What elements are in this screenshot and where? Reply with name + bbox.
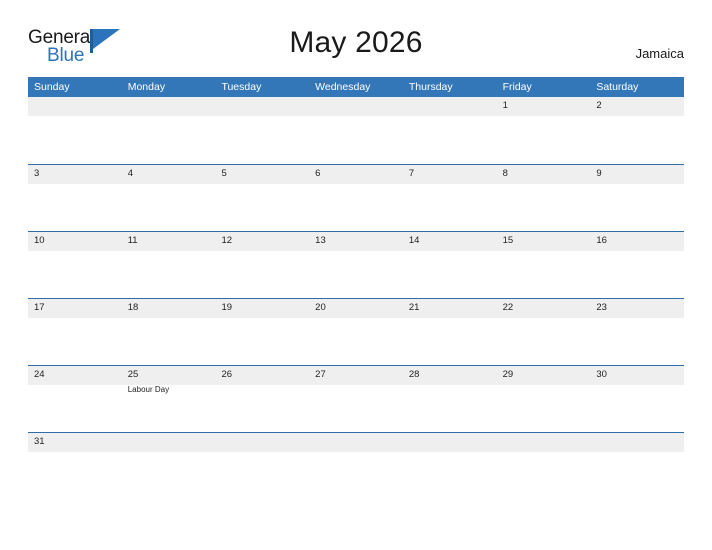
day-number: 7 xyxy=(408,168,415,179)
day-number: 24 xyxy=(34,369,45,380)
calendar-day-cell[interactable]: 10 xyxy=(28,232,122,298)
calendar-day-cell[interactable]: 3 xyxy=(28,165,122,231)
calendar-day-cell[interactable]: 9 xyxy=(590,165,684,231)
day-number: 19 xyxy=(221,302,233,313)
calendar-day-cell-empty xyxy=(403,433,497,499)
calendar-day-cell[interactable]: 25 Labour Day xyxy=(122,366,216,432)
day-number: 21 xyxy=(408,302,420,313)
calendar-page: General Blue May 2026 Jamaica Sunday Mond… xyxy=(0,0,712,550)
calendar-day-cell[interactable]: 23 xyxy=(590,299,684,365)
day-event-label: Labour Day xyxy=(127,385,170,394)
calendar-day-cell-empty xyxy=(122,97,216,164)
day-number: 10 xyxy=(34,235,45,246)
calendar-day-cell-empty xyxy=(28,97,122,164)
calendar-day-cell-empty xyxy=(403,97,497,164)
calendar-day-cell[interactable]: 20 xyxy=(309,299,403,365)
weekday-header-row: Sunday Monday Tuesday Wednesday Thursday Frid… xyxy=(28,77,684,97)
day-number: 11 xyxy=(127,235,138,246)
calendar-day-cell[interactable]: 16 xyxy=(590,232,684,298)
day-number: 17 xyxy=(34,302,45,313)
calendar-day-cell[interactable]: 31 xyxy=(28,433,122,499)
weekday-header-tuesday: Tuesday xyxy=(221,81,262,93)
calendar-day-cell-empty xyxy=(122,433,216,499)
day-number: 26 xyxy=(221,369,233,380)
calendar-day-cell[interactable]: 24 xyxy=(28,366,122,432)
day-number: 12 xyxy=(221,235,233,246)
calendar-day-cell[interactable]: 28 xyxy=(403,366,497,432)
weekday-header-thursday: Thursday xyxy=(408,81,453,93)
calendar-day-cell[interactable]: 30 xyxy=(590,366,684,432)
calendar-day-cell[interactable]: 2 xyxy=(590,97,684,164)
calendar-day-cell[interactable]: 18 xyxy=(122,299,216,365)
day-number: 5 xyxy=(221,168,227,179)
day-number: 2 xyxy=(596,100,602,111)
calendar-day-cell[interactable]: 19 xyxy=(215,299,309,365)
calendar-day-cell[interactable]: 8 xyxy=(497,165,591,231)
calendar-day-cell[interactable]: 7 xyxy=(403,165,497,231)
day-number: 25 xyxy=(127,369,139,380)
day-number: 15 xyxy=(502,235,514,246)
calendar-day-cell[interactable]: 4 xyxy=(122,165,216,231)
calendar-grid: Sunday Monday Tuesday Wednesday Thursday Frid… xyxy=(28,77,684,499)
calendar-day-cell[interactable]: 1 xyxy=(497,97,591,164)
weekday-header-monday: Monday xyxy=(127,81,166,93)
calendar-day-cell-empty xyxy=(309,433,403,499)
calendar-day-cell[interactable]: 17 xyxy=(28,299,122,365)
day-number: 8 xyxy=(502,168,508,179)
calendar-day-cell[interactable]: 29 xyxy=(497,366,591,432)
day-number: 6 xyxy=(315,168,321,179)
day-number: 9 xyxy=(596,168,602,179)
day-number: 29 xyxy=(502,369,514,380)
calendar-day-cell[interactable]: 21 xyxy=(403,299,497,365)
day-number: 1 xyxy=(502,100,508,111)
calendar-body: 1 2 3 4 5 6 7 8 9 10 11 12 13 14 15 16 17 18 19 20 21 22 23 24 2… xyxy=(28,97,684,499)
calendar-day-cell[interactable]: 5 xyxy=(215,165,309,231)
calendar-week-row: 12 xyxy=(28,97,684,164)
region-label: Jamaica xyxy=(635,46,684,61)
day-number: 30 xyxy=(596,369,607,380)
calendar-day-cell[interactable]: 6 xyxy=(309,165,403,231)
day-number: 16 xyxy=(596,235,607,246)
calendar-week-row: 3 4 5 6 7 8 9 xyxy=(28,164,684,231)
calendar-week-row: 31 xyxy=(28,432,684,499)
calendar-day-cell-empty xyxy=(590,433,684,499)
day-number: 23 xyxy=(596,302,607,313)
day-number: 20 xyxy=(315,302,326,313)
calendar-week-row: 17 18 19 20 21 22 23 xyxy=(28,298,684,365)
calendar-day-cell-empty xyxy=(215,433,309,499)
day-number: 13 xyxy=(315,235,326,246)
weekday-header-friday: Friday xyxy=(502,81,532,93)
page-title: May 2026 xyxy=(289,26,423,59)
page-header: General Blue May 2026 Jamaica xyxy=(28,26,684,72)
calendar-day-cell-empty xyxy=(309,97,403,164)
calendar-day-cell-empty xyxy=(497,433,591,499)
weekday-header-sunday: Sunday xyxy=(34,81,70,93)
calendar-day-cell[interactable]: 27 xyxy=(309,366,403,432)
day-number: 31 xyxy=(34,436,45,447)
day-number: 3 xyxy=(34,168,40,179)
calendar-week-row: 24 25 Labour Day 26 27 28 29 30 xyxy=(28,365,684,432)
day-number: 18 xyxy=(127,302,139,313)
calendar-day-cell-empty xyxy=(215,97,309,164)
calendar-day-cell[interactable]: 22 xyxy=(497,299,591,365)
calendar-day-cell[interactable]: 12 xyxy=(215,232,309,298)
day-number: 4 xyxy=(127,168,134,179)
day-number: 28 xyxy=(408,369,420,380)
weekday-header-saturday: Saturday xyxy=(596,81,639,93)
weekday-header-wednesday: Wednesday xyxy=(315,81,371,93)
day-number: 22 xyxy=(502,302,514,313)
calendar-day-cell[interactable]: 11 xyxy=(122,232,216,298)
calendar-day-cell[interactable]: 15 xyxy=(497,232,591,298)
day-number: 27 xyxy=(315,369,326,380)
calendar-day-cell[interactable]: 26 xyxy=(215,366,309,432)
day-number: 14 xyxy=(408,235,420,246)
calendar-day-cell[interactable]: 13 xyxy=(309,232,403,298)
calendar-day-cell[interactable]: 14 xyxy=(403,232,497,298)
calendar-week-row: 10 11 12 13 14 15 16 xyxy=(28,231,684,298)
